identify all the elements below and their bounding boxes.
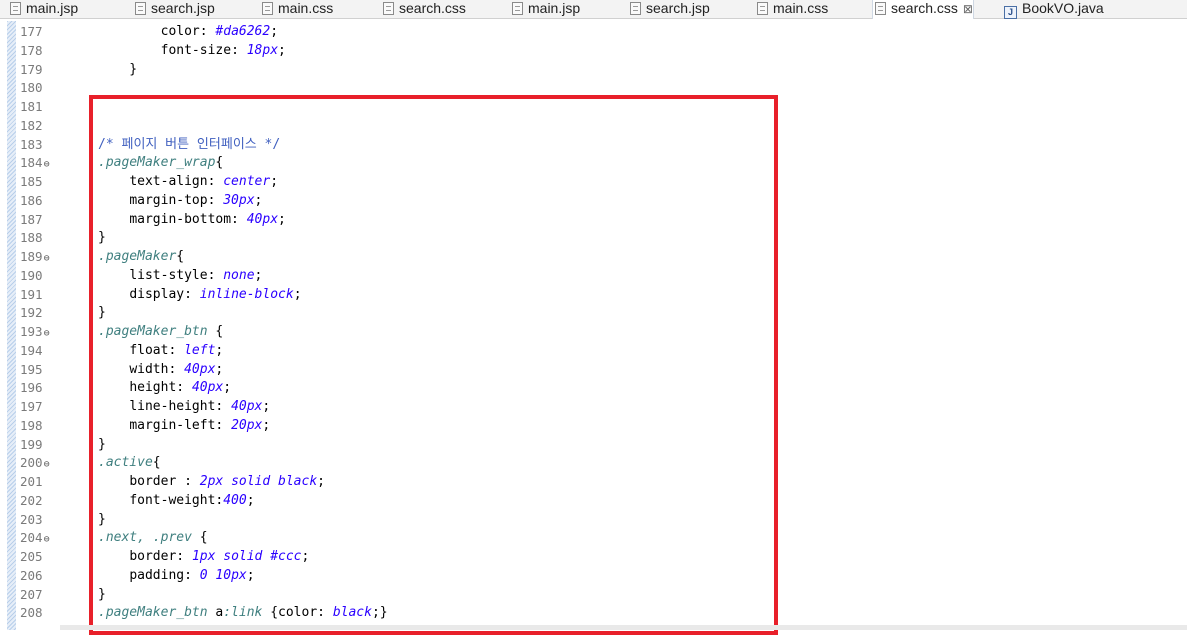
tab-label: search.css: [399, 0, 466, 16]
line-number: 182: [20, 117, 43, 133]
fold-toggle-icon[interactable]: ⊖: [44, 328, 50, 339]
tab-label: search.jsp: [646, 0, 710, 16]
line-number: 191: [20, 286, 43, 302]
line-number: 196: [20, 380, 43, 396]
tab-search-css[interactable]: search.css ⊠: [872, 0, 974, 19]
line-number: 206: [20, 567, 43, 583]
line-number: 200⊖: [20, 455, 50, 471]
line-number: 183: [20, 136, 43, 152]
tab-label: main.css: [773, 0, 829, 16]
file-icon: [512, 2, 523, 15]
tab-search-css[interactable]: search.css: [381, 0, 466, 18]
tab-main-css[interactable]: main.css: [260, 0, 333, 18]
java-file-icon: J: [1004, 6, 1017, 19]
line-number: 208: [20, 605, 43, 621]
line-number: 185: [20, 174, 43, 189]
tab-label: search.css: [891, 0, 958, 16]
file-icon: [630, 2, 641, 15]
fold-toggle-icon[interactable]: ⊖: [44, 534, 50, 545]
tab-search-jsp[interactable]: search.jsp: [628, 0, 710, 18]
line-number: 207: [20, 586, 43, 602]
line-number: 192: [20, 305, 43, 321]
tab-label: main.jsp: [528, 0, 581, 16]
close-tab-icon[interactable]: ⊠: [963, 2, 973, 16]
line-number: 197: [20, 399, 43, 414]
line-number: 190: [20, 267, 43, 283]
line-number: 204⊖: [20, 530, 50, 546]
line-number: 187: [20, 211, 43, 227]
tab-main-css[interactable]: main.css: [755, 0, 828, 18]
code-line[interactable]: 178 font-size: 18px;: [0, 42, 1187, 61]
line-number: 189⊖: [20, 249, 50, 264]
line-number: 205: [20, 549, 43, 564]
file-icon: [875, 2, 886, 15]
line-number: 181: [20, 99, 43, 114]
code-line[interactable]: 179 }: [0, 61, 1187, 80]
code-line[interactable]: 177 color: #da6262;: [0, 23, 1187, 42]
horizontal-scrollbar[interactable]: [60, 625, 1187, 630]
line-number: 193⊖: [20, 324, 50, 339]
file-icon: [383, 2, 394, 15]
line-number: 184⊖: [20, 155, 50, 171]
tab-label: main.jsp: [26, 0, 79, 16]
line-number: 179: [20, 61, 43, 77]
line-number: 188: [20, 230, 43, 246]
tab-search-jsp[interactable]: search.jsp: [133, 0, 215, 18]
code-text: color: #da6262;: [160, 24, 279, 39]
file-icon: [10, 2, 21, 15]
tab-label: BookVO.java: [1022, 0, 1104, 16]
editor-tab-bar: main.jsp search.jsp main.css search.css main…: [0, 0, 1187, 19]
tab-main-jsp[interactable]: main.jsp: [510, 0, 580, 18]
line-number: 202: [20, 492, 43, 508]
line-number: 203: [20, 511, 43, 527]
line-number: 180: [20, 80, 43, 96]
tab-label: search.jsp: [151, 0, 215, 16]
line-number: 199: [20, 436, 43, 452]
line-number: 177: [20, 24, 43, 39]
line-number: 194: [20, 342, 43, 358]
code-text: font-size: 18px;: [160, 42, 286, 58]
tab-main-jsp[interactable]: main.jsp: [8, 0, 78, 18]
line-number: 198: [20, 417, 43, 433]
file-icon: [135, 2, 146, 15]
line-number: 178: [20, 42, 43, 58]
code-text: }: [98, 61, 138, 77]
red-highlight-box: [89, 95, 778, 635]
file-icon: [262, 2, 273, 15]
line-number: 201: [20, 474, 43, 489]
fold-toggle-icon[interactable]: ⊖: [44, 253, 50, 264]
file-icon: [757, 2, 768, 15]
line-number: 195: [20, 361, 43, 377]
line-number: 186: [20, 192, 43, 208]
fold-toggle-icon[interactable]: ⊖: [44, 459, 50, 470]
fold-toggle-icon[interactable]: ⊖: [44, 159, 50, 170]
tab-bookvo-java[interactable]: J BookVO.java: [1002, 0, 1104, 19]
tab-label: main.css: [278, 0, 334, 16]
